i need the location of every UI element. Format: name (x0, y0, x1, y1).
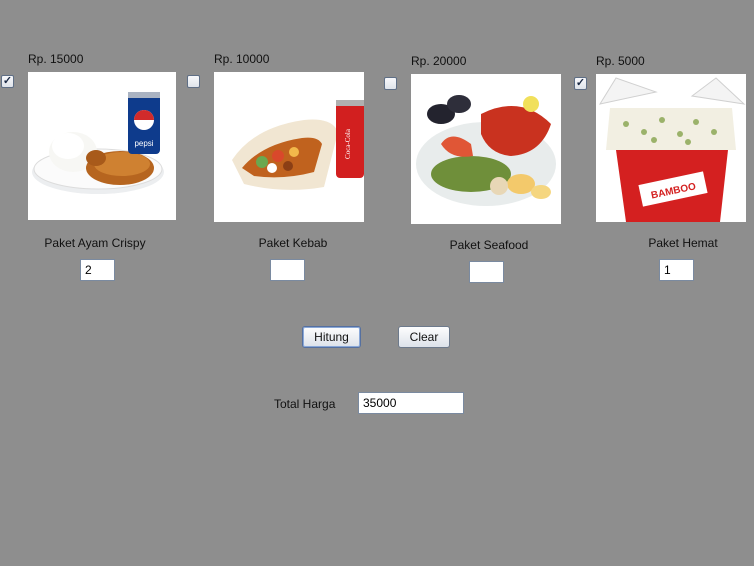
quantity-input-seafood[interactable] (469, 261, 504, 283)
image-ayam-crispy: pepsi (28, 72, 176, 220)
item-name-ayam-crispy: Paket Ayam Crispy (44, 236, 146, 250)
clear-button[interactable]: Clear (398, 326, 450, 348)
price-label-seafood: Rp. 20000 (411, 54, 467, 68)
checkbox-ayam-crispy[interactable]: ✓ (1, 75, 14, 88)
pepsi-logo-text: pepsi (134, 139, 153, 148)
price-label-ayam-crispy: Rp. 15000 (28, 52, 84, 66)
checkbox-seafood[interactable]: ✓ (384, 77, 397, 90)
quantity-input-hemat[interactable] (659, 259, 694, 281)
total-price-field[interactable] (358, 392, 464, 414)
item-name-seafood: Paket Seafood (449, 238, 529, 252)
price-label-kebab: Rp. 10000 (214, 52, 270, 66)
item-name-kebab: Paket Kebab (258, 236, 328, 250)
image-hemat: BAMBOO (596, 74, 746, 222)
checkbox-kebab[interactable]: ✓ (187, 75, 200, 88)
item-name-hemat: Paket Hemat (648, 236, 718, 250)
check-icon: ✓ (575, 77, 586, 89)
price-label-hemat: Rp. 5000 (596, 54, 645, 68)
image-kebab: Coca-Cola (214, 72, 364, 222)
check-icon: ✓ (2, 75, 13, 87)
coca-cola-logo-text: Coca-Cola (344, 128, 352, 159)
quantity-input-ayam-crispy[interactable] (80, 259, 115, 281)
quantity-input-kebab[interactable] (270, 259, 305, 281)
checkbox-hemat[interactable]: ✓ (574, 77, 587, 90)
hitung-button[interactable]: Hitung (302, 326, 361, 348)
image-seafood (411, 74, 561, 224)
total-price-label: Total Harga (274, 397, 336, 411)
